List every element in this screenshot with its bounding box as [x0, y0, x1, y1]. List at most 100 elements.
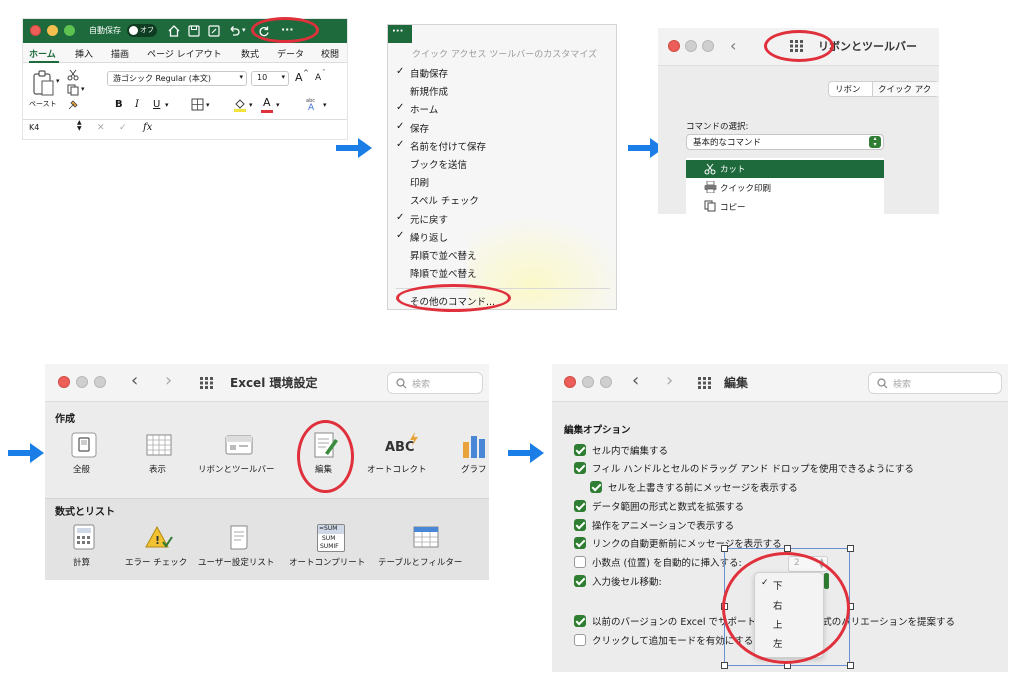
- checkbox-checked[interactable]: [574, 500, 586, 512]
- tab-insert[interactable]: 挿入: [75, 47, 93, 60]
- paste-dropdown-icon[interactable]: ▾: [56, 77, 60, 85]
- pref-table-filter-label[interactable]: テーブルとフィルター: [378, 556, 462, 568]
- tab-quick-access[interactable]: クイック アク: [878, 83, 931, 95]
- forward-icon[interactable]: ›: [666, 370, 673, 391]
- font-size-select[interactable]: 10 ▾: [251, 71, 289, 86]
- save-icon[interactable]: [187, 24, 201, 38]
- menu-item[interactable]: 元に戻す: [410, 212, 448, 226]
- pref-autocorrect-label[interactable]: オートコレクト: [367, 463, 427, 475]
- checkbox-checked[interactable]: [590, 481, 602, 493]
- tab-ribbon[interactable]: リボン: [835, 83, 861, 95]
- shrink-font-button[interactable]: A: [315, 73, 321, 83]
- general-icon[interactable]: [71, 432, 97, 458]
- fill-color-dropdown-icon[interactable]: ▾: [249, 101, 253, 109]
- grid-icon[interactable]: [200, 377, 214, 389]
- table-filter-icon[interactable]: [413, 526, 439, 548]
- tab-draw[interactable]: 描画: [111, 47, 129, 60]
- back-icon[interactable]: ‹: [730, 36, 736, 55]
- zoom-window-button[interactable]: [702, 40, 714, 52]
- zoom-window-button[interactable]: [64, 25, 75, 36]
- resize-handle[interactable]: [721, 662, 728, 669]
- checkbox-unchecked[interactable]: [574, 634, 586, 646]
- redo-icon[interactable]: [257, 24, 271, 38]
- resize-handle[interactable]: [847, 603, 854, 610]
- calculation-icon[interactable]: [73, 524, 95, 550]
- tab-data[interactable]: データ: [277, 47, 304, 60]
- ribbon-toolbar-icon[interactable]: [225, 432, 253, 458]
- view-icon[interactable]: [146, 432, 172, 458]
- cut-icon[interactable]: [67, 69, 79, 81]
- menu-item[interactable]: 新規作成: [410, 84, 448, 98]
- confirm-entry-icon[interactable]: ✓: [119, 123, 127, 133]
- undo-icon[interactable]: [227, 24, 241, 38]
- more-commands-item[interactable]: その他のコマンド...: [410, 294, 495, 308]
- tab-review[interactable]: 校閲: [321, 47, 339, 60]
- more-commands-icon[interactable]: ···: [281, 23, 294, 36]
- autocomplete-icon[interactable]: =SUM SUM SUMIF: [317, 524, 345, 552]
- tab-page-layout[interactable]: ページ レイアウト: [147, 47, 222, 60]
- error-check-icon[interactable]: !: [145, 526, 173, 550]
- close-window-button[interactable]: [564, 376, 576, 388]
- back-icon[interactable]: ‹: [131, 370, 138, 391]
- bold-button[interactable]: B: [115, 99, 123, 110]
- resize-handle[interactable]: [721, 545, 728, 552]
- direction-option-up[interactable]: 上: [773, 617, 783, 631]
- search-input[interactable]: 検索: [387, 372, 483, 394]
- direction-option-left[interactable]: 左: [773, 636, 783, 650]
- copy-dropdown-icon[interactable]: ▾: [81, 85, 85, 93]
- checkbox-unchecked[interactable]: [574, 556, 586, 568]
- command-copy[interactable]: コピー: [720, 201, 746, 213]
- menu-item[interactable]: スペル チェック: [410, 193, 479, 207]
- resize-handle[interactable]: [784, 545, 791, 552]
- minimize-window-button[interactable]: [47, 25, 58, 36]
- minimize-window-button[interactable]: [582, 376, 594, 388]
- borders-icon[interactable]: [191, 98, 204, 111]
- resize-handle[interactable]: [847, 662, 854, 669]
- pref-chart-label[interactable]: グラフ: [461, 463, 487, 475]
- menu-item[interactable]: 印刷: [410, 175, 429, 189]
- pref-general-label[interactable]: 全般: [73, 463, 90, 475]
- format-painter-icon[interactable]: [67, 99, 79, 111]
- fill-color-icon[interactable]: [233, 97, 247, 112]
- menu-item[interactable]: 昇順で並べ替え: [410, 248, 477, 262]
- copy-icon[interactable]: [67, 84, 79, 96]
- undo-dropdown-icon[interactable]: ▾: [242, 26, 246, 34]
- back-icon[interactable]: ‹: [632, 370, 639, 391]
- pref-edit-label[interactable]: 編集: [315, 463, 332, 475]
- zoom-window-button[interactable]: [600, 376, 612, 388]
- direction-option-down[interactable]: 下: [773, 578, 783, 592]
- checkbox-checked[interactable]: [574, 444, 586, 456]
- pref-custom-list-label[interactable]: ユーザー設定リスト: [198, 556, 274, 568]
- command-quick-print[interactable]: クイック印刷: [720, 182, 771, 194]
- insert-function-button[interactable]: fx: [143, 122, 152, 133]
- cancel-entry-icon[interactable]: ✕: [97, 123, 105, 133]
- chart-icon[interactable]: [461, 434, 487, 458]
- zoom-window-button[interactable]: [94, 376, 106, 388]
- menu-item[interactable]: 保存: [410, 121, 429, 135]
- phonetic-dropdown-icon[interactable]: ▾: [323, 101, 327, 109]
- autosave-toggle[interactable]: オフ: [127, 24, 157, 37]
- tab-formulas[interactable]: 数式: [241, 47, 259, 60]
- name-box-stepper-icon[interactable]: ▲ ▼: [77, 120, 82, 132]
- pref-error-check-label[interactable]: エラー チェック: [125, 556, 187, 568]
- menu-item[interactable]: ブックを送信: [410, 157, 467, 171]
- minimize-window-button[interactable]: [76, 376, 88, 388]
- forward-icon[interactable]: ›: [165, 370, 172, 391]
- menu-item[interactable]: 降順で並べ替え: [410, 266, 477, 280]
- grow-font-button[interactable]: A: [295, 71, 303, 84]
- more-commands-icon[interactable]: ···: [392, 26, 403, 37]
- save-as-icon[interactable]: [207, 24, 221, 38]
- minimize-window-button[interactable]: [685, 40, 697, 52]
- menu-item[interactable]: 自動保存: [410, 66, 448, 80]
- menu-item[interactable]: ホーム: [410, 102, 438, 116]
- resize-handle[interactable]: [721, 603, 728, 610]
- close-window-button[interactable]: [58, 376, 70, 388]
- font-color-dropdown-icon[interactable]: ▾: [276, 101, 280, 109]
- checkbox-checked[interactable]: [574, 537, 586, 549]
- underline-dropdown-icon[interactable]: ▾: [165, 101, 169, 109]
- pref-view-label[interactable]: 表示: [149, 463, 166, 475]
- checkbox-checked[interactable]: [574, 462, 586, 474]
- pref-calculation-label[interactable]: 計算: [73, 556, 90, 568]
- resize-handle[interactable]: [847, 545, 854, 552]
- underline-button[interactable]: U: [153, 99, 160, 110]
